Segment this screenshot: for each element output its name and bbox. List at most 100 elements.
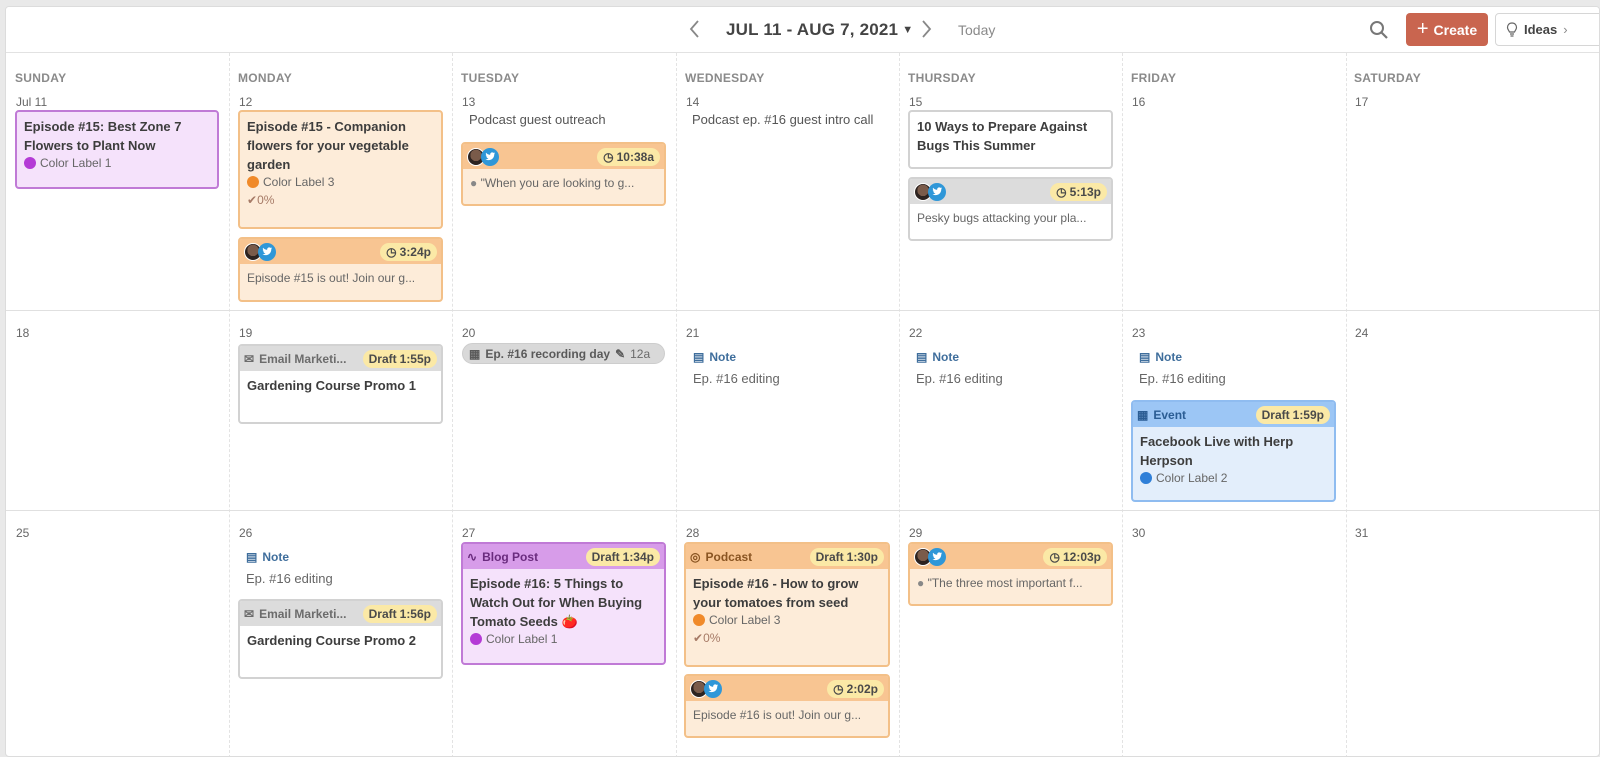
- email-card[interactable]: ✉ Email Marketi... Draft 1:55p Gardening C…: [238, 344, 443, 424]
- card-title: Gardening Course Promo 2: [247, 633, 417, 648]
- note-item[interactable]: ▤ Note: [1139, 350, 1182, 364]
- day-number[interactable]: 16: [1132, 95, 1145, 109]
- day-number[interactable]: 19: [239, 326, 252, 340]
- day-number[interactable]: 21: [686, 326, 699, 340]
- day-number[interactable]: Jul 11: [16, 95, 47, 109]
- next-range-button[interactable]: [914, 16, 938, 42]
- day-number[interactable]: 31: [1355, 526, 1368, 540]
- date-range-selector[interactable]: JUL 11 - AUG 7, 2021 ▼: [726, 20, 913, 40]
- dow-wednesday: WEDNESDAY: [685, 71, 765, 85]
- column-divider: [676, 53, 677, 756]
- color-dot-icon: [24, 157, 36, 169]
- content-calendar: JUL 11 - AUG 7, 2021 ▼ Today + Create Ide…: [5, 6, 1600, 757]
- today-button[interactable]: Today: [958, 22, 995, 38]
- note-label: Note: [1155, 350, 1183, 364]
- clock-icon: ◷: [1056, 184, 1067, 199]
- card-type: ∿ Blog Post: [467, 550, 538, 564]
- day-number[interactable]: 24: [1355, 326, 1368, 340]
- day-number[interactable]: 18: [16, 326, 29, 340]
- note-text: Ep. #16 editing: [916, 371, 1003, 386]
- card-type: ◎ Podcast: [690, 550, 752, 564]
- draft-text: Draft: [591, 549, 620, 564]
- prev-range-button[interactable]: [683, 16, 707, 42]
- card-type: ✉ Email Marketi...: [244, 352, 346, 366]
- recording-event-pill[interactable]: ▦ Ep. #16 recording day ✎ 12a: [462, 343, 665, 364]
- clock-icon: ◷: [386, 244, 397, 259]
- time-text: 1:55p: [399, 351, 431, 366]
- day-number[interactable]: 14: [686, 95, 699, 109]
- color-label-text: Color Label 3: [709, 613, 781, 627]
- task-item[interactable]: Podcast guest outreach: [469, 109, 669, 130]
- pencil-icon: ✎: [615, 346, 626, 361]
- rss-icon: ∿: [467, 549, 478, 564]
- card-type-text: Email Marketi...: [259, 606, 347, 621]
- note-label: Note: [932, 350, 960, 364]
- podcast-card[interactable]: ◎ Podcast Draft 1:30p Episode #16 - How to…: [684, 542, 890, 667]
- calendar-card[interactable]: Episode #15 - Companion flowers for your…: [238, 110, 443, 229]
- note-item[interactable]: ▤ Note: [916, 350, 959, 364]
- day-number[interactable]: 23: [1132, 326, 1145, 340]
- event-card[interactable]: ▦ Event Draft 1:59p Facebook Live with Her…: [1131, 400, 1336, 502]
- social-post-card[interactable]: ◷ 2:02p Episode #16 is out! Join our g...: [684, 674, 890, 738]
- email-card[interactable]: ✉ Email Marketi... Draft 1:56p Gardening C…: [238, 599, 443, 679]
- time-badge: Draft 1:59p: [1255, 405, 1330, 424]
- card-header: ◷ 5:13p: [910, 179, 1111, 204]
- column-divider: [899, 53, 900, 756]
- day-number[interactable]: 26: [239, 526, 252, 540]
- day-number[interactable]: 28: [686, 526, 699, 540]
- day-number[interactable]: 27: [462, 526, 475, 540]
- snippet-text: "When you are looking to g...: [480, 176, 635, 190]
- day-number[interactable]: 20: [462, 326, 475, 340]
- calendar-card[interactable]: 10 Ways to Prepare Against Bugs This Sum…: [908, 110, 1113, 169]
- note-item[interactable]: ▤ Note: [246, 550, 289, 564]
- week-divider: [6, 510, 1599, 511]
- dow-tuesday: TUESDAY: [461, 71, 520, 85]
- note-text: Ep. #16 editing: [246, 571, 333, 586]
- task-item[interactable]: Podcast ep. #16 guest intro call: [692, 109, 882, 130]
- calendar-card[interactable]: Episode #15: Best Zone 7 Flowers to Plan…: [15, 110, 219, 189]
- check-icon: ✔: [693, 631, 704, 645]
- ideas-button[interactable]: Ideas ›: [1495, 13, 1599, 46]
- time-badge: ◷ 5:13p: [1050, 182, 1107, 201]
- color-label-text: Color Label 3: [263, 175, 335, 189]
- day-number[interactable]: 29: [909, 526, 922, 540]
- day-number[interactable]: 15: [909, 95, 922, 109]
- time-text: 2:02p: [846, 681, 878, 696]
- comment-icon: ●: [470, 176, 481, 190]
- time-text: 1:34p: [622, 549, 654, 564]
- email-icon: ✉: [244, 351, 255, 366]
- social-post-card[interactable]: ◷ 10:38a ● "When you are looking to g...: [461, 142, 666, 206]
- post-snippet: Episode #16 is out! Join our g...: [693, 708, 862, 722]
- search-icon[interactable]: [1368, 19, 1390, 41]
- clock-icon: ◷: [833, 681, 844, 696]
- card-type-text: Podcast: [705, 549, 753, 564]
- card-header: ◷ 12:03p: [910, 544, 1111, 569]
- card-header: ◎ Podcast Draft 1:30p: [686, 544, 888, 569]
- day-number[interactable]: 22: [909, 326, 922, 340]
- dow-monday: MONDAY: [238, 71, 293, 85]
- toolbar: JUL 11 - AUG 7, 2021 ▼ Today + Create Ide…: [6, 7, 1599, 53]
- social-post-card[interactable]: ◷ 3:24p Episode #15 is out! Join our g...: [238, 237, 443, 302]
- day-number[interactable]: 12: [239, 95, 252, 109]
- create-label: Create: [1433, 21, 1478, 38]
- day-number[interactable]: 13: [462, 95, 475, 109]
- dow-saturday: SATURDAY: [1354, 71, 1422, 85]
- chevron-right-icon: ›: [1563, 22, 1568, 37]
- day-number[interactable]: 30: [1132, 526, 1145, 540]
- color-label: Color Label 3: [693, 613, 881, 627]
- note-label: Note: [262, 550, 290, 564]
- note-item[interactable]: ▤ Note: [693, 350, 736, 364]
- blog-post-card[interactable]: ∿ Blog Post Draft 1:34p Episode #16: 5 Thi…: [461, 542, 666, 665]
- social-post-card[interactable]: ◷ 12:03p ● "The three most important f...: [908, 542, 1113, 606]
- day-number[interactable]: 25: [16, 526, 29, 540]
- card-header: ◷ 2:02p: [686, 676, 888, 701]
- card-title: Episode #16: 5 Things to Watch Out for W…: [470, 576, 643, 629]
- day-number[interactable]: 17: [1355, 95, 1368, 109]
- pill-title: Ep. #16 recording day: [485, 346, 611, 361]
- create-button[interactable]: + Create: [1406, 13, 1488, 46]
- card-header: ◷ 10:38a: [463, 144, 664, 169]
- time-text: 1:56p: [399, 606, 431, 621]
- social-post-card[interactable]: ◷ 5:13p Pesky bugs attacking your pla...: [908, 177, 1113, 241]
- card-title: 10 Ways to Prepare Against Bugs This Sum…: [917, 119, 1088, 153]
- twitter-icon: [481, 147, 499, 166]
